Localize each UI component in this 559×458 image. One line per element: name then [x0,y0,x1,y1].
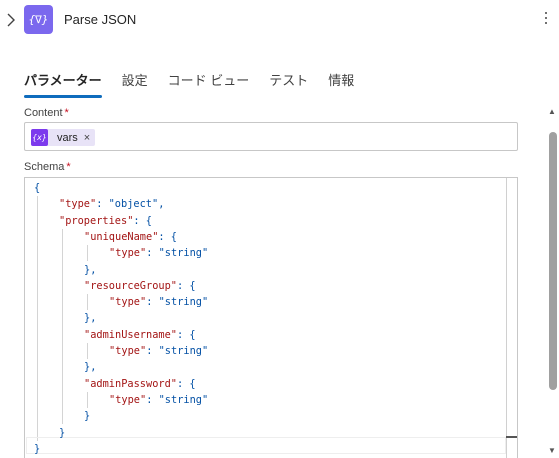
code-token: , [158,198,165,211]
code-token: "adminUsername" [84,328,177,341]
code-line: "resourceGroup": { [84,278,196,294]
code-token: } [84,410,91,423]
code-token: : { [158,230,178,243]
code-token: "string" [158,345,209,357]
scroll-up-arrow-icon[interactable]: ▲ [548,107,556,116]
code-token: : { [177,377,196,390]
code-line: }, [84,310,96,326]
schema-required-mark: * [66,161,71,173]
code-token: } [59,426,66,439]
code-token: : { [177,279,196,292]
code-token: "type" [109,393,147,406]
code-token: "uniqueName" [84,230,159,243]
current-line-highlight [26,437,506,454]
code-token: "resourceGroup" [84,279,177,292]
code-line: "type": "string" [109,245,208,261]
tab-list: パラメーター 設定 コード ビュー テスト 情報 [24,70,374,98]
content-required-mark: * [64,107,69,119]
indent-guide [87,294,88,311]
code-token: }, [84,312,97,325]
indent-guide [87,391,88,409]
code-token: }, [84,263,97,276]
code-line: "type": "string" [109,392,208,408]
code-line: "adminPassword": { [84,376,196,392]
code-token: "string" [158,393,209,406]
indent-guide [37,196,38,441]
tab-parameters[interactable]: パラメーター [24,70,102,98]
code-line: }, [84,262,96,278]
code-line: } [34,441,40,457]
code-token: : [146,296,159,309]
code-line: { [34,180,40,196]
code-line: }, [84,359,96,375]
code-token: "properties" [59,214,134,227]
code-line: "type": "string" [109,343,208,359]
code-token: "type" [109,345,147,357]
schema-editor[interactable]: {"type": "object", "properties": {"unique… [24,177,518,458]
action-icon-glyph: {∇} [28,13,49,26]
code-line: "uniqueName": { [84,229,177,245]
code-token: : [96,198,109,211]
code-line: "adminUsername": { [84,327,196,343]
remove-token-icon[interactable]: × [84,132,90,144]
code-token: "type" [109,296,147,309]
content-label: Content * [24,107,69,119]
code-token: { [34,182,41,194]
code-token: "type" [59,198,97,211]
code-token: : { [133,214,153,227]
indent-guide [62,228,63,425]
tab-test[interactable]: テスト [269,70,308,98]
tab-code-view[interactable]: コード ビュー [168,70,250,98]
code-token: : [146,247,159,260]
tab-about[interactable]: 情報 [328,70,354,98]
editor-scrollbar[interactable] [506,178,517,458]
content-label-text: Content [24,107,63,119]
code-token: } [34,442,41,455]
variable-icon: {x} [31,129,48,146]
more-vertical-icon[interactable] [543,12,549,28]
code-token: "type" [109,247,147,260]
tab-settings[interactable]: 設定 [122,70,148,98]
code-token: }, [84,361,97,374]
action-header: {∇} Parse JSON [0,0,559,40]
code-token: : [146,393,159,406]
code-line: "properties": { [59,213,152,229]
indent-guide [87,245,88,262]
vars-token[interactable]: {x} vars × [31,129,96,146]
code-token: "object" [108,198,159,211]
schema-label-text: Schema [24,161,65,173]
parse-json-action-icon: {∇} [24,5,53,34]
scroll-down-arrow-icon[interactable]: ▼ [548,446,556,455]
code-token: "adminPassword" [84,377,177,390]
chevron-right-icon[interactable] [4,11,18,29]
indent-guide [87,343,88,360]
code-token: "string" [158,296,209,309]
code-token: "string" [158,247,209,260]
content-field[interactable]: {x} vars × [24,122,518,151]
code-token: : { [177,328,196,341]
action-title[interactable]: Parse JSON [64,12,136,27]
schema-label: Schema * [24,161,71,173]
panel-scrollbar-thumb[interactable] [549,132,557,390]
token-label: vars [57,131,78,144]
code-line: "type": "object", [59,196,164,212]
code-line: } [59,425,65,441]
code-line: "type": "string" [109,294,208,310]
code-token: : [146,345,159,357]
editor-overview-ruler-marker [506,436,517,438]
code-line: } [84,408,90,424]
